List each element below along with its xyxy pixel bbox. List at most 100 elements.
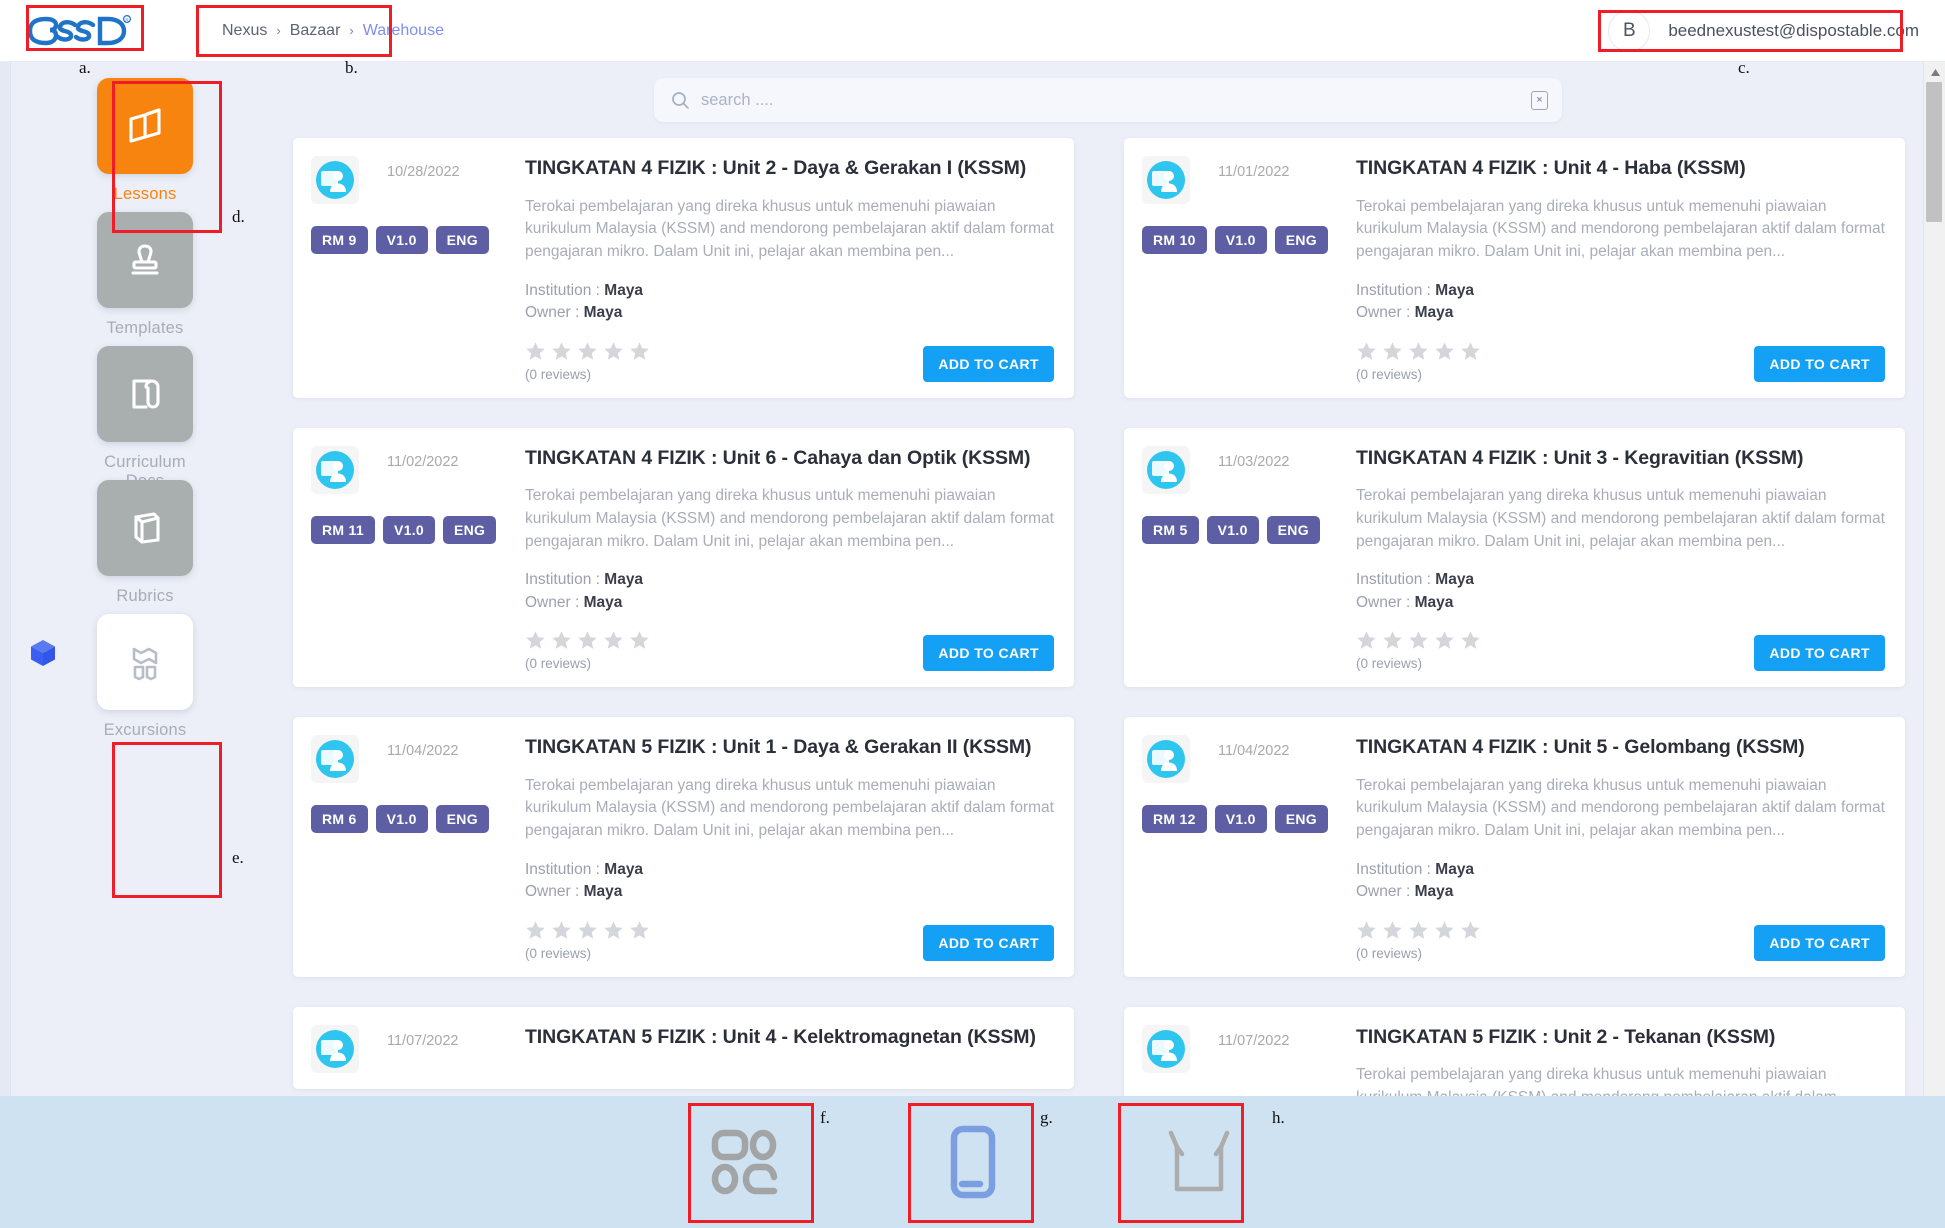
add-to-cart-button[interactable]: ADD TO CART: [923, 635, 1054, 672]
star-icon[interactable]: [603, 920, 624, 941]
star-icon[interactable]: [1382, 920, 1403, 941]
sidebar-item-rubrics[interactable]: Rubrics: [97, 480, 193, 606]
lesson-card[interactable]: 11/07/2022 TINGKATAN 5 FIZIK : Unit 4 - K…: [293, 1006, 1074, 1089]
star-icon[interactable]: [1382, 341, 1403, 362]
cube-icon[interactable]: [30, 639, 56, 672]
star-icon[interactable]: [629, 341, 650, 362]
lesson-badges: RM 12 V1.0 ENG: [1142, 805, 1342, 834]
lesson-owner: Owner : Maya: [525, 883, 623, 901]
lesson-title[interactable]: TINGKATAN 5 FIZIK : Unit 2 - Tekanan (KS…: [1356, 1025, 1885, 1051]
star-icon[interactable]: [551, 920, 572, 941]
star-icon[interactable]: [1434, 630, 1455, 651]
lesson-card[interactable]: 11/04/2022 RM 12 V1.0 ENG TINGKATAN 4 FIZIK …: [1124, 717, 1905, 977]
star-icon[interactable]: [1356, 920, 1377, 941]
star-icon[interactable]: [525, 920, 546, 941]
clear-search-icon[interactable]: ×: [1531, 90, 1548, 110]
star-icon[interactable]: [551, 630, 572, 651]
lesson-rating: (0 reviews): [525, 630, 650, 671]
star-icon[interactable]: [1382, 630, 1403, 651]
sidebar-item-curriculum-docs[interactable]: Curriculum Docs: [97, 346, 193, 491]
star-rating[interactable]: [1356, 920, 1481, 941]
star-icon[interactable]: [577, 341, 598, 362]
lesson-card[interactable]: 11/03/2022 RM 5 V1.0 ENG TINGKATAN 4 FIZIK :…: [1124, 427, 1905, 688]
star-icon[interactable]: [1408, 920, 1429, 941]
beed-logo[interactable]: R: [26, 13, 144, 49]
breadcrumb-item-bazaar[interactable]: Bazaar: [290, 22, 341, 40]
lesson-card[interactable]: 10/28/2022 RM 9 V1.0 ENG TINGKATAN 4 FIZIK :…: [293, 138, 1074, 398]
star-icon[interactable]: [1408, 630, 1429, 651]
add-to-cart-button[interactable]: ADD TO CART: [1754, 924, 1885, 961]
star-rating[interactable]: [525, 920, 650, 941]
sidebar-item-label: Templates: [106, 319, 184, 337]
star-icon[interactable]: [525, 630, 546, 651]
lesson-price-badge: RM 5: [1142, 515, 1199, 544]
lesson-card[interactable]: 11/04/2022 RM 6 V1.0 ENG TINGKATAN 5 FIZIK :…: [293, 717, 1074, 977]
lesson-meta: Institution : Maya Owner : Maya: [1356, 280, 1885, 325]
lesson-title[interactable]: TINGKATAN 5 FIZIK : Unit 4 - Kelektromag…: [525, 1025, 1054, 1051]
vertical-scrollbar[interactable]: [1923, 62, 1945, 1096]
star-icon[interactable]: [1408, 341, 1429, 362]
star-icon[interactable]: [1460, 630, 1481, 651]
lesson-title[interactable]: TINGKATAN 4 FIZIK : Unit 2 - Daya & Gera…: [525, 156, 1054, 182]
open-box-icon[interactable]: [1151, 1114, 1247, 1210]
add-to-cart-button[interactable]: ADD TO CART: [1754, 345, 1885, 382]
star-icon[interactable]: [1434, 920, 1455, 941]
sidebar-item-excursions[interactable]: Excursions: [97, 614, 193, 740]
sidebar-item-lessons[interactable]: Lessons: [97, 78, 193, 204]
lesson-card-right: TINGKATAN 5 FIZIK : Unit 1 - Daya & Gera…: [525, 735, 1054, 961]
lesson-card-right: TINGKATAN 4 FIZIK : Unit 2 - Daya & Gera…: [525, 156, 1054, 382]
star-icon[interactable]: [603, 630, 624, 651]
lesson-title[interactable]: TINGKATAN 4 FIZIK : Unit 4 - Haba (KSSM): [1356, 156, 1885, 182]
add-to-cart-button[interactable]: ADD TO CART: [923, 924, 1054, 961]
star-icon[interactable]: [1460, 920, 1481, 941]
scroll-up-arrow-icon[interactable]: [1924, 62, 1945, 82]
breadcrumb-item-nexus[interactable]: Nexus: [222, 22, 267, 40]
scrollbar-thumb[interactable]: [1926, 82, 1942, 222]
search-bar[interactable]: ×: [654, 78, 1562, 122]
star-icon[interactable]: [1434, 341, 1455, 362]
star-rating[interactable]: [525, 341, 650, 362]
lesson-meta: Institution : Maya Owner : Maya: [525, 859, 1054, 904]
lesson-price-badge: RM 10: [1142, 226, 1207, 254]
add-to-cart-button[interactable]: ADD TO CART: [923, 345, 1054, 382]
lesson-card-left: 11/04/2022 RM 6 V1.0 ENG: [311, 735, 511, 961]
star-icon[interactable]: [525, 341, 546, 362]
star-icon[interactable]: [577, 630, 598, 651]
sidebar-item-templates[interactable]: Templates: [97, 212, 193, 338]
lesson-description: Terokai pembelajaran yang direka khusus …: [1356, 1066, 1837, 1096]
review-count: (0 reviews): [1356, 656, 1423, 672]
star-icon[interactable]: [629, 630, 650, 651]
lesson-card-right: TINGKATAN 4 FIZIK : Unit 3 - Kegravitian…: [1356, 446, 1885, 672]
lesson-version-badge: V1.0: [1214, 226, 1267, 254]
star-icon[interactable]: [1460, 341, 1481, 362]
star-icon[interactable]: [629, 920, 650, 941]
lesson-title[interactable]: TINGKATAN 4 FIZIK : Unit 3 - Kegravitian…: [1356, 446, 1885, 472]
add-to-cart-button[interactable]: ADD TO CART: [1754, 635, 1885, 672]
lesson-title[interactable]: TINGKATAN 4 FIZIK : Unit 6 - Cahaya dan …: [525, 446, 1054, 472]
star-icon[interactable]: [551, 341, 572, 362]
star-icon[interactable]: [603, 341, 624, 362]
stamp-icon: [97, 212, 193, 308]
mobile-device-icon[interactable]: [925, 1114, 1021, 1210]
star-icon[interactable]: [577, 920, 598, 941]
star-rating[interactable]: [1356, 341, 1481, 362]
blocks-layout-icon[interactable]: [699, 1114, 795, 1210]
lesson-card[interactable]: 11/01/2022 RM 10 V1.0 ENG TINGKATAN 4 FIZIK …: [1124, 138, 1905, 398]
lesson-title[interactable]: TINGKATAN 5 FIZIK : Unit 1 - Daya & Gera…: [525, 735, 1054, 761]
avatar[interactable]: B: [1608, 9, 1651, 52]
search-row: ×: [271, 62, 1945, 122]
lesson-avatar: [311, 445, 359, 494]
institution-label: Institution: [1356, 860, 1423, 878]
star-rating[interactable]: [525, 630, 650, 651]
lesson-title[interactable]: TINGKATAN 4 FIZIK : Unit 5 - Gelombang (…: [1356, 735, 1885, 761]
review-count: (0 reviews): [1356, 945, 1423, 961]
search-input[interactable]: [701, 90, 1531, 110]
lesson-card[interactable]: 11/02/2022 RM 11 V1.0 ENG TINGKATAN 4 FIZIK …: [293, 427, 1074, 688]
lesson-card[interactable]: 11/07/2022 TINGKATAN 5 FIZIK : Unit 2 - T…: [1124, 1006, 1905, 1096]
star-icon[interactable]: [1356, 630, 1377, 651]
breadcrumb-item-warehouse[interactable]: Warehouse: [363, 22, 444, 40]
star-icon[interactable]: [1356, 341, 1377, 362]
star-rating[interactable]: [1356, 630, 1481, 651]
account-menu[interactable]: B beednexustest@dispostable.com: [1608, 9, 1919, 52]
lesson-price-badge: RM 11: [311, 515, 375, 544]
